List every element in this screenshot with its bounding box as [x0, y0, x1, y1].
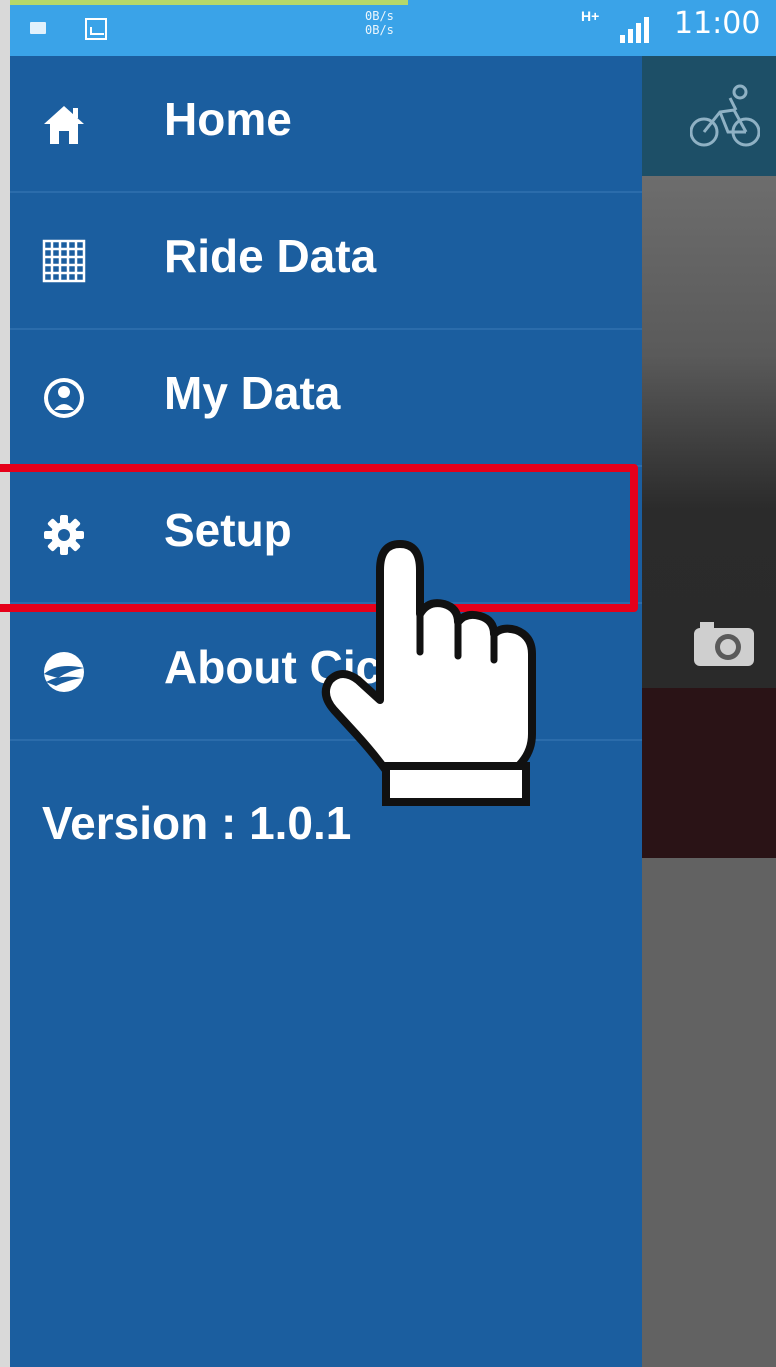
speed-up: 0B/s: [365, 9, 394, 23]
network-type: H+: [581, 8, 600, 24]
speed-down: 0B/s: [365, 23, 394, 37]
notification-icon: [30, 22, 46, 34]
menu-item-ride-data[interactable]: Ride Data: [10, 193, 642, 330]
signal-icon: [620, 17, 649, 43]
cyclist-icon[interactable]: [690, 84, 760, 149]
hand-pointer-icon: [321, 540, 536, 806]
menu-item-my-data[interactable]: My Data: [10, 330, 642, 467]
camera-icon[interactable]: [692, 618, 756, 668]
home-icon: [44, 106, 84, 144]
menu-item-label: Home: [164, 93, 292, 145]
menu-item-home[interactable]: Home: [10, 56, 642, 193]
menu-item-label: Ride Data: [164, 230, 377, 282]
status-progress-line: [10, 0, 408, 5]
image-notification-icon: [85, 18, 107, 40]
clock: 11:00: [674, 6, 761, 41]
network-speed: 0B/s 0B/s: [365, 9, 394, 37]
status-bar: 0B/s 0B/s H+ 11:00: [10, 0, 776, 56]
user-icon: [44, 378, 84, 418]
version-label: Version : 1.0.1: [42, 797, 352, 849]
logo-icon: [44, 652, 84, 692]
menu-item-label: My Data: [164, 367, 341, 419]
grid-icon: [42, 239, 86, 283]
